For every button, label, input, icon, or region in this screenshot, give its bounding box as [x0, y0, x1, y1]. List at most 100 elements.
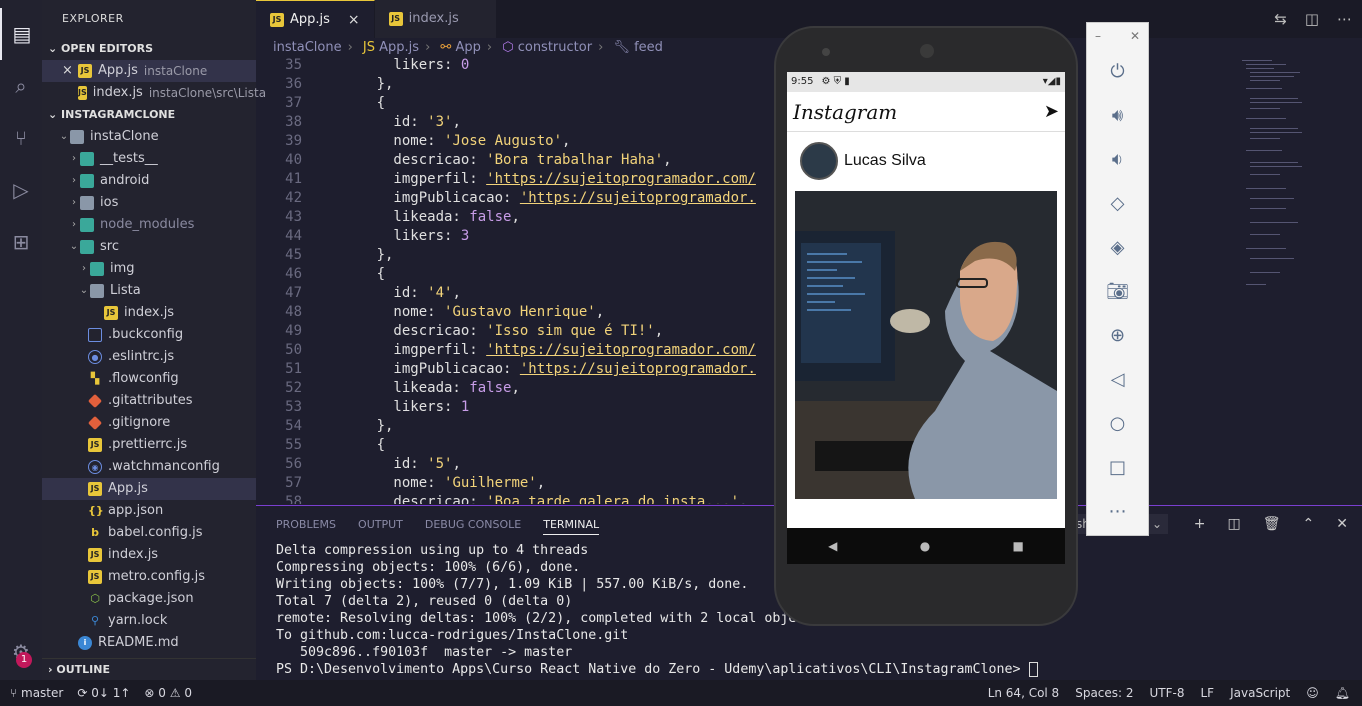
problems-status[interactable]: ⊗ 0 ⚠ 0: [144, 686, 192, 700]
tree-label: index.js: [124, 305, 175, 320]
tree-item[interactable]: JS .prettierrc.js: [42, 434, 256, 456]
overview-icon[interactable]: □: [1087, 445, 1148, 489]
json-icon: {}: [88, 504, 104, 517]
rotate-right-icon[interactable]: ◈: [1087, 225, 1148, 269]
send-icon[interactable]: ➤: [1044, 101, 1059, 122]
cursor-position[interactable]: Ln 64, Col 8: [988, 686, 1060, 700]
tree-item[interactable]: › img: [42, 258, 256, 280]
open-editor-path: instaClone\src\Lista: [148, 86, 267, 100]
tree-item[interactable]: ◉ .watchmanconfig: [42, 456, 256, 478]
tree-label: src: [100, 239, 119, 254]
open-editors-header[interactable]: ⌄ OPEN EDITORS: [42, 38, 256, 60]
encoding[interactable]: UTF-8: [1150, 686, 1185, 700]
feedback-icon[interactable]: ☺: [1306, 686, 1319, 700]
power-icon[interactable]: ⏻: [1087, 49, 1148, 93]
split-editor-icon[interactable]: ◫: [1305, 10, 1319, 28]
back-icon[interactable]: ◀: [828, 539, 837, 553]
avatar[interactable]: [800, 142, 838, 180]
zoom-icon[interactable]: ⊕: [1087, 313, 1148, 357]
open-editor-path: instaClone: [143, 64, 208, 78]
files-icon[interactable]: ▤: [0, 8, 42, 60]
recents-icon[interactable]: ■: [1013, 539, 1024, 553]
line-ending[interactable]: LF: [1201, 686, 1215, 700]
compare-icon[interactable]: ⇆: [1274, 10, 1287, 28]
terminal-cursor: [1028, 661, 1038, 677]
tree-item[interactable]: › android: [42, 170, 256, 192]
tree-item[interactable]: JS metro.config.js: [42, 566, 256, 588]
tab-problems[interactable]: PROBLEMS: [276, 518, 336, 535]
tree-item[interactable]: ⚲ yarn.lock: [42, 610, 256, 632]
add-terminal-icon[interactable]: +: [1194, 516, 1206, 532]
tab-terminal[interactable]: TERMINAL: [543, 518, 600, 535]
breadcrumb-item[interactable]: constructor: [518, 40, 592, 55]
minimize-icon[interactable]: –: [1095, 29, 1101, 43]
code-line: id: '3',: [326, 114, 461, 130]
chevron-up-icon[interactable]: ⌃: [1303, 516, 1315, 532]
tree-item[interactable]: {} app.json: [42, 500, 256, 522]
source-control-icon[interactable]: ⑂: [0, 112, 42, 164]
tree-item[interactable]: ▚ .flowconfig: [42, 368, 256, 390]
tree-item[interactable]: ● .eslintrc.js: [42, 346, 256, 368]
tree-item[interactable]: .gitignore: [42, 412, 256, 434]
post-image[interactable]: [795, 191, 1057, 499]
notifications-icon[interactable]: 🔔︎: [1335, 686, 1350, 700]
more-icon[interactable]: ⋯: [1087, 489, 1148, 533]
home-icon[interactable]: ○: [1087, 401, 1148, 445]
tree-item[interactable]: › __tests__: [42, 148, 256, 170]
search-icon[interactable]: ⌕: [0, 60, 42, 112]
indentation[interactable]: Spaces: 2: [1075, 686, 1133, 700]
code-line: {: [326, 266, 386, 282]
language-mode[interactable]: JavaScript: [1230, 686, 1290, 700]
extensions-icon[interactable]: ⊞: [0, 216, 42, 268]
more-icon[interactable]: ⋯: [1337, 10, 1352, 28]
open-editor-index-js[interactable]: JS index.js instaClone\src\Lista: [42, 82, 266, 104]
outline-header[interactable]: › OUTLINE: [42, 658, 256, 680]
post-username[interactable]: Lucas Silva: [844, 152, 926, 170]
tree-item[interactable]: ⬡ package.json: [42, 588, 256, 610]
project-header[interactable]: ⌄ INSTAGRAMCLONE: [42, 104, 256, 126]
breadcrumb-item[interactable]: instaClone: [273, 40, 342, 55]
volume-down-icon[interactable]: 🔉︎: [1087, 137, 1148, 181]
tree-item[interactable]: ⌄ src: [42, 236, 256, 258]
tree-item[interactable]: ⌄ Lista: [42, 280, 256, 302]
rotate-left-icon[interactable]: ◇: [1087, 181, 1148, 225]
branch-status[interactable]: ⑂ master: [10, 686, 63, 700]
run-debug-icon[interactable]: ▷: [0, 164, 42, 216]
tree-item[interactable]: JS index.js: [42, 302, 256, 324]
breadcrumb-item[interactable]: App.js: [379, 40, 419, 55]
camera-icon[interactable]: 📷︎: [1087, 269, 1148, 313]
tree-label: __tests__: [100, 151, 158, 166]
git-icon: [87, 393, 103, 409]
sync-status[interactable]: ⟳ 0↓ 1↑: [77, 686, 130, 700]
tree-item[interactable]: i README.md: [42, 632, 256, 654]
close-icon[interactable]: ✕: [1130, 29, 1140, 43]
back-icon[interactable]: ◁: [1087, 357, 1148, 401]
code-editor[interactable]: 35 likers: 0 36 }, 37 {38 id: '3', 39 nome:…: [256, 58, 776, 504]
trash-icon[interactable]: 🗑︎: [1263, 516, 1281, 532]
close-icon[interactable]: ×: [348, 1, 360, 39]
editor-actions: ⇆ ◫ ⋯: [1274, 0, 1352, 38]
breadcrumb-item[interactable]: App: [455, 40, 480, 55]
tab-output[interactable]: OUTPUT: [358, 518, 403, 535]
breadcrumb-item[interactable]: feed: [634, 40, 663, 55]
tree-item[interactable]: .gitattributes: [42, 390, 256, 412]
minimap[interactable]: [1236, 58, 1316, 298]
home-icon[interactable]: ●: [920, 539, 930, 553]
tree-item[interactable]: JS index.js: [42, 544, 256, 566]
volume-up-icon[interactable]: 🔊︎: [1087, 93, 1148, 137]
tab-debug-console[interactable]: DEBUG CONSOLE: [425, 518, 521, 535]
close-icon[interactable]: ×: [62, 60, 78, 82]
open-editor-app-js[interactable]: × JS App.js instaClone: [42, 60, 256, 82]
js-file-icon: JS: [88, 548, 102, 562]
tab-index-js[interactable]: JS index.js: [374, 0, 497, 38]
tree-item[interactable]: › ios: [42, 192, 256, 214]
tree-item-selected[interactable]: JS App.js: [42, 478, 256, 500]
phone-screen[interactable]: 9:55 ⚙ ⛨ ▮ ▾◢▮ Instagram ➤ Lucas Silva: [787, 72, 1065, 564]
close-icon[interactable]: ✕: [1336, 516, 1348, 532]
split-terminal-icon[interactable]: ◫: [1228, 516, 1241, 532]
tree-item[interactable]: .buckconfig: [42, 324, 256, 346]
tab-app-js[interactable]: JS App.js ×: [256, 0, 375, 38]
tree-item[interactable]: ⌄ instaClone: [42, 126, 256, 148]
tree-item[interactable]: b babel.config.js: [42, 522, 256, 544]
tree-item[interactable]: › node_modules: [42, 214, 256, 236]
